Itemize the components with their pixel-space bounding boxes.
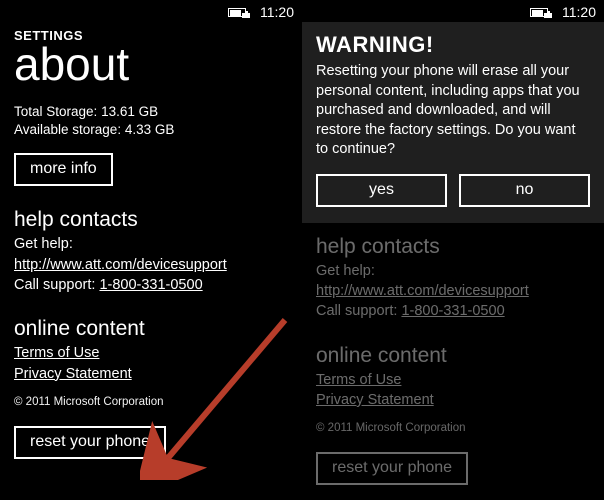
yes-button[interactable]: yes <box>316 174 447 207</box>
battery-charging-icon <box>228 7 250 18</box>
label-available-storage: Available storage: <box>14 122 121 137</box>
reset-phone-button: reset your phone <box>316 452 468 485</box>
link-call-support[interactable]: 1-800-331-0500 <box>99 277 202 293</box>
heading-online-content: online content <box>316 344 590 368</box>
reset-phone-button[interactable]: reset your phone <box>14 426 166 459</box>
warning-title: WARNING! <box>316 32 590 58</box>
no-button[interactable]: no <box>459 174 590 207</box>
heading-help-contacts: help contacts <box>14 208 288 232</box>
storage-info: Total Storage: 13.61 GB Available storag… <box>14 103 288 139</box>
copyright: © 2011 Microsoft Corporation <box>316 422 590 434</box>
copyright: © 2011 Microsoft Corporation <box>14 396 288 408</box>
status-bar: 11:20 <box>0 0 302 22</box>
heading-online-content: online content <box>14 317 288 341</box>
link-get-help[interactable]: http://www.att.com/devicesupport <box>14 257 227 273</box>
label-get-help: Get help: <box>14 236 73 252</box>
battery-charging-icon <box>530 7 552 18</box>
label-total-storage: Total Storage: <box>14 104 97 119</box>
background-content-dimmed: help contacts Get help: http://www.att.c… <box>302 235 604 485</box>
link-privacy[interactable]: Privacy Statement <box>14 364 288 384</box>
clock: 11:20 <box>562 4 596 20</box>
heading-help-contacts: help contacts <box>316 235 590 259</box>
help-block: Get help: http://www.att.com/devicesuppo… <box>14 234 288 295</box>
screen-about: 11:20 SETTINGS about Total Storage: 13.6… <box>0 0 302 500</box>
page-title: about <box>14 41 288 87</box>
warning-body: Resetting your phone will erase all your… <box>316 62 590 160</box>
link-privacy: Privacy Statement <box>316 390 590 410</box>
clock: 11:20 <box>260 4 294 20</box>
value-available-storage: 4.33 GB <box>125 122 175 137</box>
label-call-support: Call support: <box>316 303 397 319</box>
link-terms[interactable]: Terms of Use <box>14 343 288 363</box>
link-get-help: http://www.att.com/devicesupport <box>316 283 529 299</box>
link-terms: Terms of Use <box>316 370 590 390</box>
value-total-storage: 13.61 GB <box>101 104 158 119</box>
label-call-support: Call support: <box>14 277 95 293</box>
warning-dialog: WARNING! Resetting your phone will erase… <box>302 22 604 223</box>
screen-reset-warning: 11:20 WARNING! Resetting your phone will… <box>302 0 604 500</box>
status-bar: 11:20 <box>302 0 604 22</box>
help-block: Get help: http://www.att.com/devicesuppo… <box>316 261 590 322</box>
more-info-button[interactable]: more info <box>14 153 113 186</box>
link-call-support: 1-800-331-0500 <box>401 303 504 319</box>
label-get-help: Get help: <box>316 263 375 279</box>
